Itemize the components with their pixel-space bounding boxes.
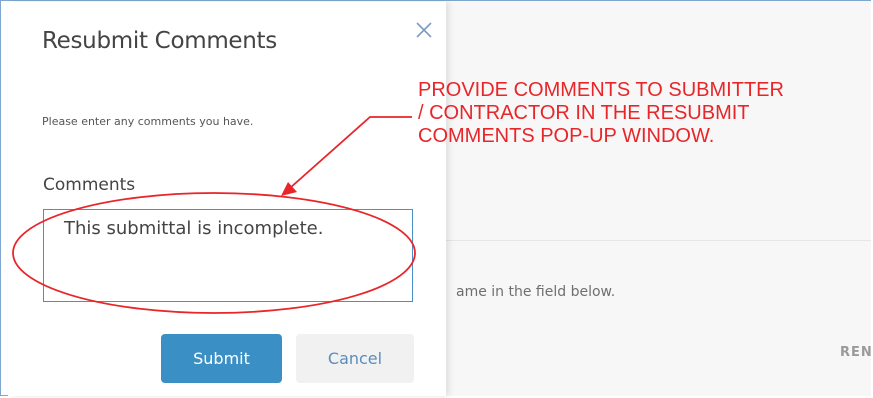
dialog-title: Resubmit Comments [42, 28, 277, 54]
resubmit-comments-dialog: Resubmit Comments Please enter any comme… [8, 2, 446, 396]
background-page [446, 1, 871, 396]
cancel-button[interactable]: Cancel [296, 334, 414, 383]
background-action-label[interactable]: REN [840, 345, 873, 360]
background-field-hint: ame in the field below. [456, 284, 616, 300]
submit-button[interactable]: Submit [161, 334, 282, 383]
comments-label: Comments [43, 175, 136, 195]
close-button[interactable] [412, 18, 436, 42]
dialog-instructions: Please enter any comments you have. [42, 115, 254, 128]
comments-textarea[interactable]: This submittal is incomplete. [43, 209, 413, 302]
annotation-callout-text: PROVIDE COMMENTS TO SUBMITTER / CONTRACT… [418, 79, 784, 147]
background-divider [446, 240, 871, 241]
close-icon [416, 22, 432, 38]
